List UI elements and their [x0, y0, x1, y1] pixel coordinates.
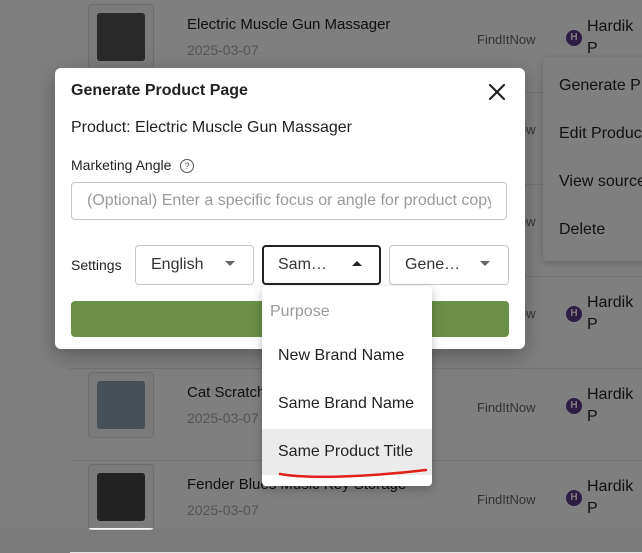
dropdown-group-label: Purpose: [270, 303, 330, 320]
purpose-select[interactable]: Sam…: [262, 245, 381, 285]
generation-value: Gene…: [405, 256, 461, 273]
marketing-angle-input[interactable]: [71, 182, 507, 220]
annotation-underline: [278, 468, 428, 479]
product-name: Product: Electric Muscle Gun Massager: [71, 119, 352, 136]
dialog-title: Generate Product Page: [71, 82, 248, 99]
chevron-up-icon: [352, 261, 362, 266]
language-select[interactable]: English: [135, 245, 254, 285]
option-new-brand-name[interactable]: New Brand Name: [262, 333, 432, 379]
chevron-down-icon: [480, 261, 490, 266]
close-icon[interactable]: [485, 80, 509, 104]
purpose-value: Sam…: [278, 256, 327, 273]
generation-select[interactable]: Gene…: [389, 245, 509, 285]
marketing-angle-label: Marketing Angle: [71, 157, 172, 173]
purpose-dropdown: Purpose New Brand Name Same Brand Name S…: [262, 286, 432, 486]
chevron-down-icon: [225, 261, 235, 266]
help-circle-icon[interactable]: ?: [180, 159, 194, 173]
language-value: English: [151, 256, 204, 273]
option-same-brand-name[interactable]: Same Brand Name: [262, 381, 432, 427]
settings-label: Settings: [71, 257, 122, 273]
